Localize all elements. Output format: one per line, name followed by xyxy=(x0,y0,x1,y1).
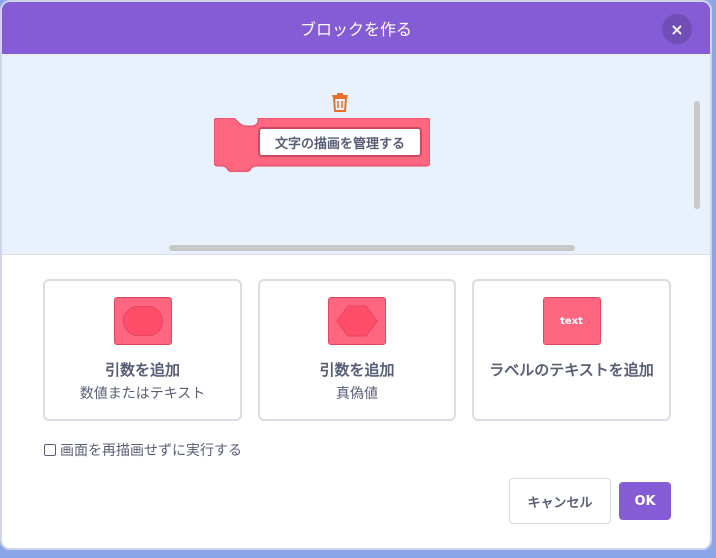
run-without-refresh-checkbox[interactable] xyxy=(44,444,56,456)
close-button[interactable]: × xyxy=(662,14,692,44)
option-subtitle: 真偽値 xyxy=(336,386,378,402)
add-input-boolean-button[interactable]: 引数を追加 真偽値 xyxy=(258,279,456,421)
reporter-shape-icon xyxy=(113,297,172,345)
close-icon: × xyxy=(670,19,684,39)
trash-icon[interactable] xyxy=(331,92,349,112)
checkbox-label: 画面を再描画せずに実行する xyxy=(60,443,242,459)
label-icon-text: text xyxy=(560,315,583,327)
dialog-header: ブロックを作る × xyxy=(2,2,710,54)
ok-button[interactable]: OK xyxy=(619,482,671,520)
run-without-refresh-option[interactable]: 画面を再描画せずに実行する xyxy=(44,440,242,460)
cancel-button[interactable]: キャンセル xyxy=(509,478,611,524)
add-input-number-text-button[interactable]: 引数を追加 数値またはテキスト xyxy=(43,279,242,421)
option-title: 引数を追加 xyxy=(319,361,395,379)
horizontal-scrollbar[interactable] xyxy=(169,245,575,251)
block-name-input[interactable]: 文字の描画を管理する xyxy=(258,127,422,157)
dialog-title: ブロックを作る xyxy=(299,20,412,39)
option-title: 引数を追加 xyxy=(104,361,180,379)
vertical-scrollbar[interactable] xyxy=(694,101,700,209)
block-name-text: 文字の描画を管理する xyxy=(274,136,405,152)
option-title: ラベルのテキストを追加 xyxy=(489,361,654,379)
make-block-dialog: ブロックを作る × 文字の描画を管理する 引数を追加 数値またはテキスト 引数を… xyxy=(0,0,712,550)
label-text-icon: text xyxy=(542,297,601,345)
option-subtitle: 数値またはテキスト xyxy=(79,386,206,402)
block-preview-workspace: 文字の描画を管理する xyxy=(2,54,710,255)
custom-block-preview[interactable]: 文字の描画を管理する xyxy=(214,118,430,172)
add-label-text-button[interactable]: text ラベルのテキストを追加 xyxy=(472,279,671,421)
boolean-shape-icon xyxy=(328,297,386,345)
